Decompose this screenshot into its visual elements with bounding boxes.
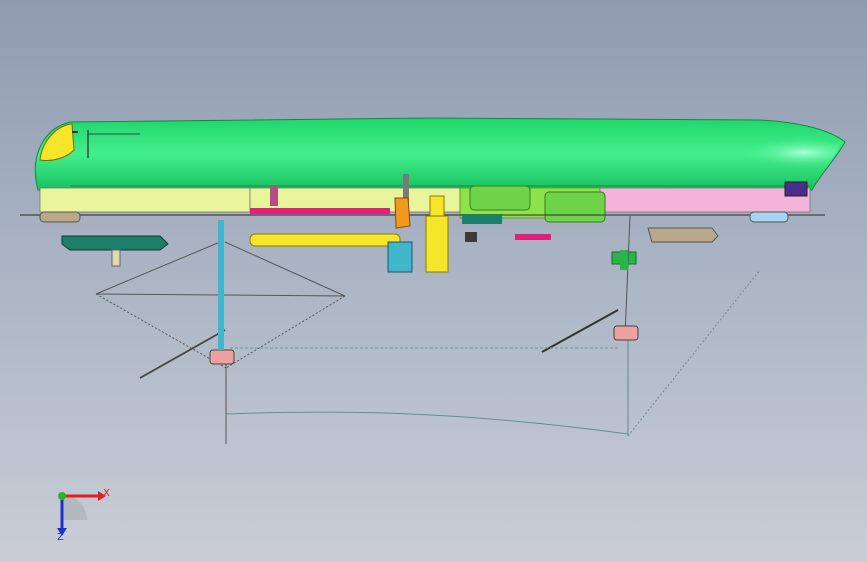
underframe-deck[interactable] bbox=[20, 181, 825, 223]
z-axis-label: Z bbox=[57, 532, 64, 543]
car-body-shell[interactable] bbox=[34, 117, 846, 191]
x-axis-label: X bbox=[103, 488, 110, 499]
vehicle-3d-model[interactable] bbox=[0, 0, 867, 562]
y-axis-dot bbox=[58, 492, 66, 500]
cad-viewport[interactable]: X Z bbox=[0, 0, 867, 562]
bogie-assembly-left[interactable] bbox=[209, 220, 235, 365]
